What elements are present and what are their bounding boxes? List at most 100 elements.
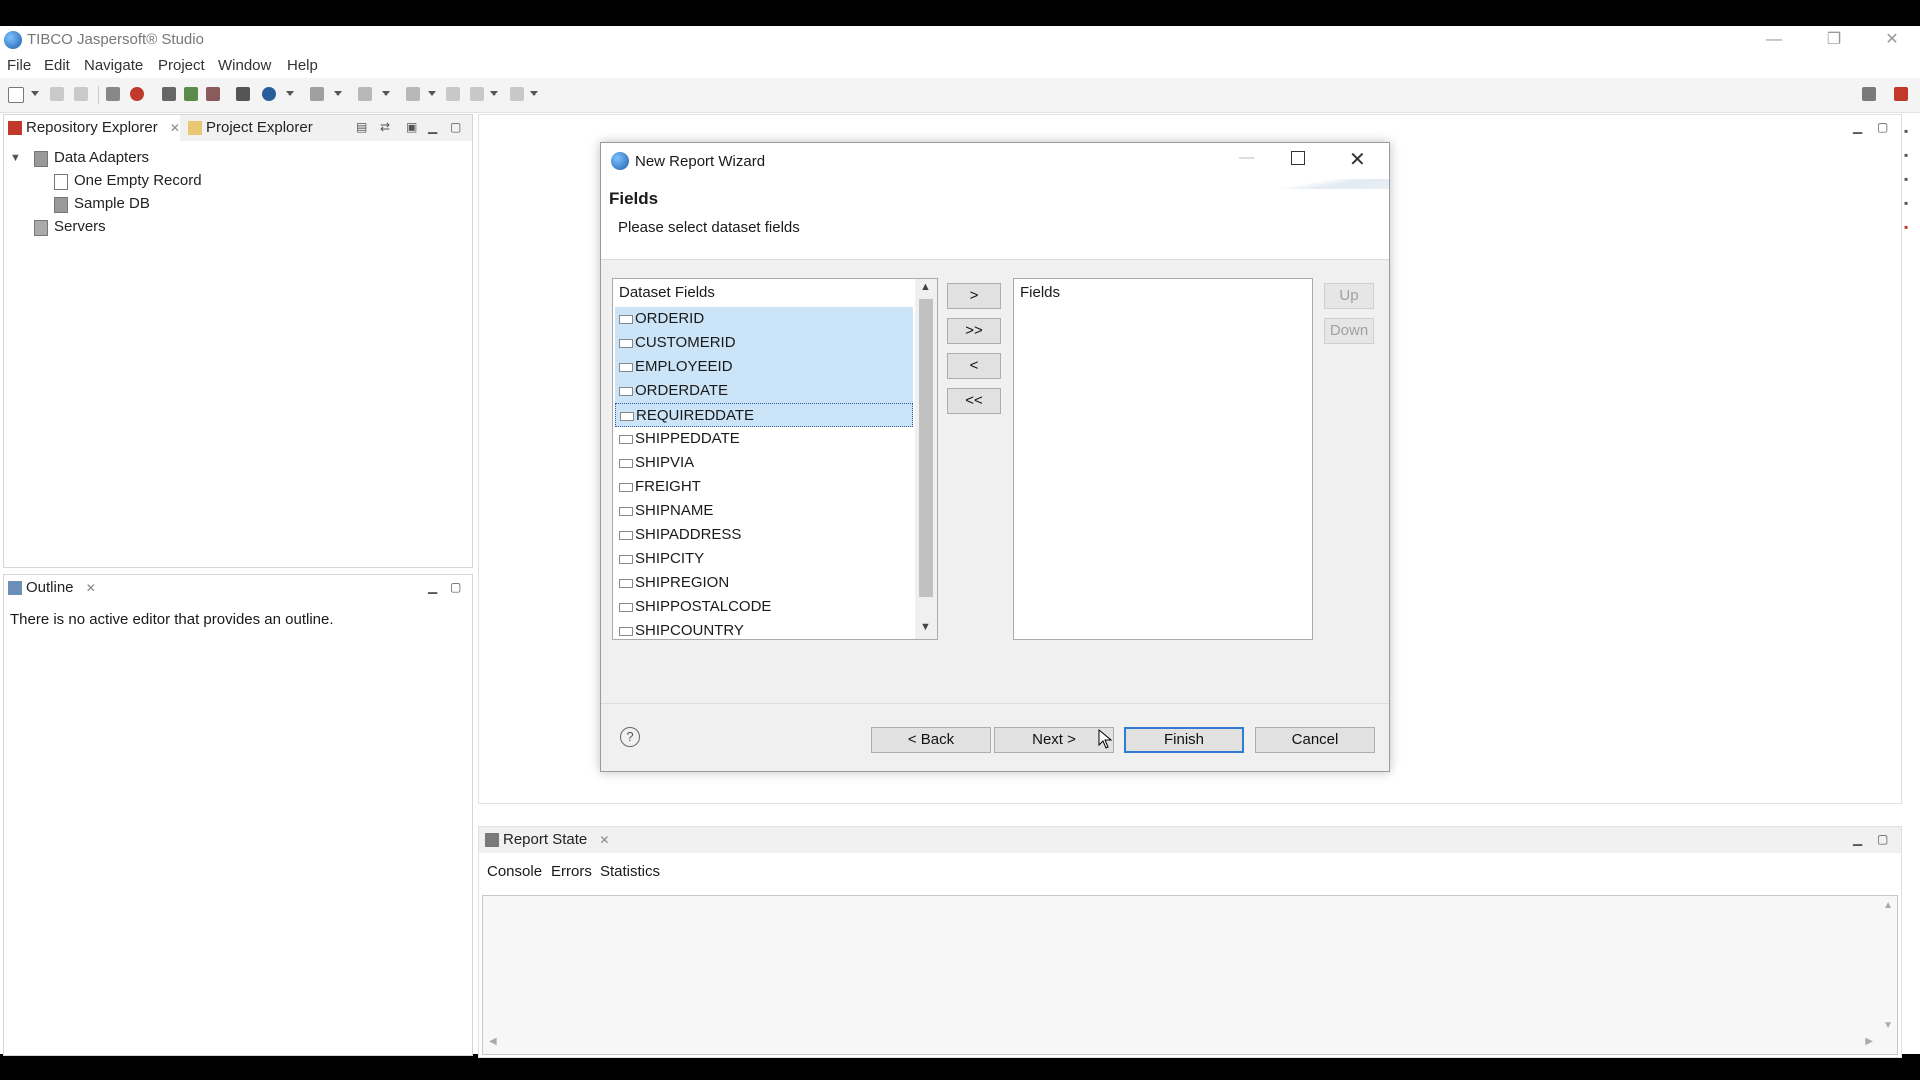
minimize-icon[interactable]: ▁ — [428, 120, 437, 134]
scroll-down-icon[interactable]: ▼ — [1883, 1020, 1893, 1031]
scroll-up-icon[interactable]: ▲ — [920, 281, 931, 293]
list-item[interactable]: SHIPCITY — [615, 547, 913, 571]
console-output[interactable]: ▲ ▼ ◀ ▶ — [482, 895, 1898, 1055]
list-item[interactable]: SHIPADDRESS — [615, 523, 913, 547]
tab-repository-explorer[interactable]: Repository Explorer ✕ — [4, 115, 180, 141]
report-icon[interactable]: ▪ — [1904, 220, 1908, 234]
next-annotation-icon[interactable] — [358, 87, 372, 101]
close-dialog-button[interactable]: ✕ — [1349, 147, 1366, 172]
tab-project-explorer[interactable]: Project Explorer — [184, 115, 313, 141]
minimize-icon[interactable]: ▁ — [428, 580, 437, 594]
add-field-button[interactable]: > — [947, 283, 1001, 309]
tab-errors[interactable]: Errors — [551, 863, 592, 880]
list-item[interactable]: EMPLOYEEID — [615, 355, 913, 379]
close-icon[interactable]: ✕ — [599, 833, 609, 847]
minimize-window-button[interactable]: — — [1744, 26, 1804, 54]
menu-file[interactable]: File — [7, 57, 31, 74]
minimize-dialog-button[interactable]: — — [1239, 149, 1254, 166]
chevron-down-icon[interactable] — [428, 91, 436, 96]
add-all-fields-button[interactable]: >> — [947, 318, 1001, 344]
list-item[interactable]: REQUIREDDATE — [615, 403, 913, 427]
list-item[interactable]: FREIGHT — [615, 475, 913, 499]
move-down-button[interactable]: Down — [1324, 318, 1374, 344]
help-icon[interactable]: ? — [620, 727, 640, 747]
selected-fields-list[interactable]: Fields — [1013, 278, 1313, 640]
menu-help[interactable]: Help — [287, 57, 318, 74]
scroll-up-icon[interactable]: ▲ — [1883, 900, 1893, 911]
list-item[interactable]: SHIPCOUNTRY — [615, 619, 913, 643]
maximize-icon[interactable]: ▢ — [450, 120, 461, 134]
maximize-icon[interactable]: ▢ — [450, 580, 461, 594]
new-file-icon[interactable] — [8, 87, 24, 103]
back-button[interactable]: < Back — [871, 727, 991, 753]
scrollbar-thumb[interactable] — [919, 299, 933, 597]
chevron-down-icon[interactable]: ▼ — [10, 147, 21, 169]
list-item[interactable]: SHIPREGION — [615, 571, 913, 595]
close-icon[interactable]: ✕ — [170, 121, 180, 135]
chevron-down-icon[interactable] — [334, 91, 342, 96]
dataset-fields-list[interactable]: Dataset Fields ORDERID CUSTOMERID EMPLOYEE… — [612, 278, 938, 640]
remove-all-fields-button[interactable]: << — [947, 388, 1001, 414]
tab-statistics[interactable]: Statistics — [600, 863, 660, 880]
finish-button[interactable]: Finish — [1124, 727, 1244, 753]
chevron-down-icon[interactable] — [382, 91, 390, 96]
tab-console[interactable]: Console — [487, 863, 542, 880]
list-item[interactable]: ORDERID — [615, 307, 913, 331]
chevron-down-icon[interactable] — [31, 91, 39, 96]
terminal-icon[interactable] — [236, 87, 250, 101]
save-icon[interactable] — [50, 87, 64, 101]
chevron-down-icon[interactable] — [286, 91, 294, 96]
list-item[interactable]: CUSTOMERID — [615, 331, 913, 355]
remove-field-button[interactable]: < — [947, 353, 1001, 379]
search-icon[interactable] — [262, 87, 276, 101]
menu-project[interactable]: Project — [158, 57, 205, 74]
last-edit-icon[interactable] — [446, 87, 460, 101]
back-icon[interactable] — [470, 87, 484, 101]
chevron-down-icon[interactable] — [490, 91, 498, 96]
menu-navigate[interactable]: Navigate — [84, 57, 143, 74]
list-item[interactable]: SHIPPEDDATE — [615, 427, 913, 451]
maximize-dialog-button[interactable] — [1291, 151, 1305, 165]
tools-icon[interactable] — [310, 87, 324, 101]
restore-icon[interactable]: ▪ — [1904, 172, 1908, 186]
list-item[interactable]: ORDERDATE — [615, 379, 913, 403]
edit-icon[interactable] — [206, 87, 220, 101]
deploy-icon[interactable] — [184, 87, 198, 101]
close-window-button[interactable]: ✕ — [1862, 26, 1920, 54]
maximize-icon[interactable]: ▢ — [1877, 832, 1888, 846]
list-item[interactable]: SHIPVIA — [615, 451, 913, 475]
next-button[interactable]: Next > — [994, 727, 1114, 753]
previous-annotation-icon[interactable] — [406, 87, 420, 101]
restore-window-button[interactable]: ❐ — [1804, 26, 1864, 54]
move-up-button[interactable]: Up — [1324, 283, 1374, 309]
compile-icon[interactable] — [162, 87, 176, 101]
save-all-icon[interactable] — [74, 87, 88, 101]
chevron-down-icon[interactable] — [530, 91, 538, 96]
menu-window[interactable]: Window — [218, 57, 271, 74]
report-design-perspective-icon[interactable] — [1894, 87, 1908, 101]
list-scrollbar[interactable]: ▲ ▼ — [915, 279, 937, 639]
restore-icon[interactable]: ▪ — [1904, 124, 1908, 138]
menu-edit[interactable]: Edit — [44, 57, 70, 74]
scroll-right-icon[interactable]: ▶ — [1865, 1036, 1873, 1047]
list-item[interactable]: SHIPNAME — [615, 499, 913, 523]
cancel-button[interactable]: Cancel — [1255, 727, 1375, 753]
minimize-icon[interactable]: ▁ — [1853, 120, 1862, 134]
debug-icon[interactable] — [130, 87, 144, 101]
close-icon[interactable]: ✕ — [86, 581, 96, 595]
tab-outline[interactable]: Outline ✕ — [4, 575, 96, 601]
maximize-icon[interactable]: ▢ — [1877, 120, 1888, 134]
print-icon[interactable] — [106, 87, 120, 101]
open-perspective-icon[interactable] — [1862, 87, 1876, 101]
scroll-down-icon[interactable]: ▼ — [920, 621, 931, 633]
minimize-icon[interactable]: ▁ — [1853, 832, 1862, 846]
scroll-left-icon[interactable]: ◀ — [489, 1036, 497, 1047]
new-adapter-icon[interactable]: ▣ — [406, 120, 417, 134]
list-item[interactable]: SHIPPOSTALCODE — [615, 595, 913, 619]
properties-icon[interactable]: ▪ — [1904, 196, 1908, 210]
link-editor-icon[interactable]: ⇄ — [380, 120, 390, 134]
palette-icon[interactable]: ▪ — [1904, 148, 1908, 162]
collapse-all-icon[interactable]: ▤ — [356, 120, 367, 134]
tab-report-state[interactable]: Report State ✕ — [481, 827, 609, 853]
forward-icon[interactable] — [510, 87, 524, 101]
